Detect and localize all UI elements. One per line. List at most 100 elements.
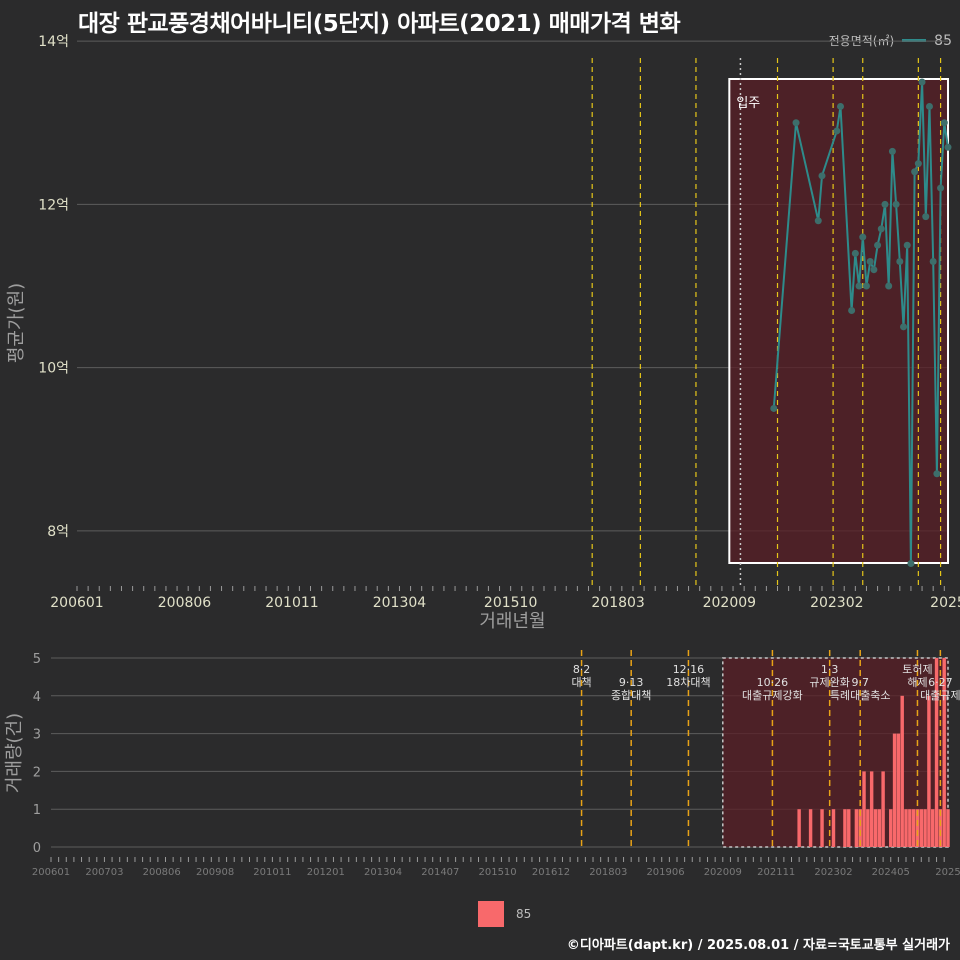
data-point bbox=[914, 160, 922, 168]
volume-bar bbox=[927, 695, 931, 847]
y-axis-title: 거래량(건) bbox=[4, 713, 25, 793]
volume-bar bbox=[877, 809, 882, 847]
data-point bbox=[940, 119, 948, 127]
credit-text: ©디아파트(dapt.kr) / 2025.08.01 / 자료=국토교통부 실… bbox=[566, 938, 950, 953]
volume-bar bbox=[911, 809, 916, 847]
data-point bbox=[814, 217, 822, 225]
data-point bbox=[855, 282, 863, 290]
x-tick-label: 201510 bbox=[484, 595, 537, 611]
data-point bbox=[907, 560, 915, 568]
x-axis-title: 거래년월 bbox=[479, 611, 545, 632]
data-point bbox=[944, 143, 952, 151]
data-point bbox=[903, 241, 911, 249]
y-tick-label: 2 bbox=[33, 765, 41, 780]
data-point bbox=[870, 266, 878, 274]
move-in-box bbox=[728, 78, 950, 564]
x-tick-label: 202405 bbox=[872, 867, 910, 878]
x-tick-label: 202302 bbox=[814, 867, 852, 878]
volume-bar bbox=[919, 809, 923, 847]
x-tick-label: 200703 bbox=[85, 867, 123, 878]
volume-chart: 0 1 2 3 4 5 8·2대책 9·13종합대책 12·1618차대책 10·26대출규제강화… bbox=[4, 650, 960, 878]
volume-bar bbox=[808, 809, 813, 847]
data-point bbox=[922, 213, 930, 221]
data-point bbox=[900, 323, 908, 331]
policy-label: 종합대책 bbox=[611, 689, 651, 702]
volume-bar bbox=[908, 809, 912, 847]
data-point bbox=[918, 78, 926, 86]
policy-label: 대출규제강화 bbox=[742, 689, 803, 702]
data-point bbox=[792, 119, 800, 127]
x-tick-label: 201011 bbox=[253, 867, 291, 878]
data-point bbox=[911, 168, 919, 176]
x-tick-label: 201201 bbox=[307, 867, 345, 878]
x-tick-label: 2025 bbox=[935, 867, 960, 878]
data-point bbox=[866, 258, 874, 266]
data-point bbox=[892, 200, 900, 208]
volume-bar bbox=[869, 771, 874, 847]
x-tick-label: 201612 bbox=[532, 867, 570, 878]
policy-label: 18차대책 bbox=[666, 676, 710, 689]
data-point bbox=[885, 282, 893, 290]
x-tick-label: 202302 bbox=[810, 595, 863, 611]
volume-bar bbox=[923, 809, 927, 847]
volume-bar bbox=[881, 771, 885, 847]
y-tick-label: 4 bbox=[33, 690, 41, 705]
x-tick-label: 201407 bbox=[421, 867, 459, 878]
volume-bar bbox=[889, 809, 893, 847]
volume-bar bbox=[831, 809, 836, 847]
move-in-label: 입주 bbox=[736, 96, 760, 111]
data-point bbox=[896, 258, 904, 266]
y-tick-label: 10억 bbox=[38, 361, 69, 377]
data-point bbox=[859, 233, 867, 241]
data-point bbox=[929, 258, 937, 266]
data-point bbox=[837, 102, 845, 110]
y-tick-label: 5 bbox=[33, 652, 41, 667]
policy-label: 8·2 bbox=[573, 663, 591, 676]
x-tick-label: 202111 bbox=[757, 867, 795, 878]
policy-label: 1·3 bbox=[821, 663, 839, 676]
data-point bbox=[833, 127, 841, 135]
volume-bar bbox=[892, 733, 897, 847]
data-point bbox=[881, 200, 889, 208]
policy-label: 해제 bbox=[907, 675, 927, 689]
x-tick-label: 2025 bbox=[930, 595, 960, 611]
y-tick-label: 14억 bbox=[38, 34, 69, 50]
y-tick-label: 8억 bbox=[47, 524, 69, 540]
volume-bar bbox=[847, 809, 851, 847]
volume-bar bbox=[904, 809, 908, 847]
volume-bar bbox=[900, 695, 904, 847]
data-point bbox=[874, 241, 882, 249]
x-tick-label: 200806 bbox=[158, 595, 212, 611]
volume-bar bbox=[854, 809, 859, 847]
y-tick-label: 12억 bbox=[38, 197, 69, 213]
data-point bbox=[877, 225, 885, 233]
x-tick-label: 201510 bbox=[478, 867, 516, 878]
data-point bbox=[937, 184, 945, 192]
x-tick-label: 201011 bbox=[265, 595, 318, 611]
y-tick-label: 0 bbox=[33, 841, 41, 856]
policy-label: 6·27 bbox=[928, 676, 953, 689]
policy-label: 10·26 bbox=[757, 676, 789, 689]
policy-label: 규제완화 bbox=[809, 676, 849, 689]
x-tick-label: 201803 bbox=[591, 595, 644, 611]
price-chart: 8억 10억 12억 14억입주 200601 200806 201011 201304 201… bbox=[6, 34, 960, 632]
x-tick-label: 200601 bbox=[50, 595, 103, 611]
policy-label: 대책 bbox=[571, 676, 591, 689]
volume-bar bbox=[873, 809, 878, 847]
data-point bbox=[848, 307, 856, 314]
volume-bar bbox=[797, 809, 801, 847]
data-point bbox=[818, 172, 826, 180]
policy-label: 9·13 bbox=[619, 676, 644, 689]
volume-bar bbox=[862, 771, 866, 847]
x-tick-label: 201304 bbox=[364, 867, 402, 878]
data-point bbox=[933, 470, 941, 478]
policy-label: 대출규제 bbox=[920, 689, 960, 702]
data-point bbox=[851, 249, 859, 257]
legend-bottom: 85 bbox=[478, 901, 531, 927]
data-point bbox=[862, 282, 870, 290]
x-tick-label: 201906 bbox=[646, 867, 684, 878]
volume-bar bbox=[843, 809, 847, 847]
x-tick-label: 200806 bbox=[143, 867, 181, 878]
y-axis-title: 평균가(원) bbox=[6, 283, 27, 363]
volume-bar bbox=[931, 809, 935, 847]
